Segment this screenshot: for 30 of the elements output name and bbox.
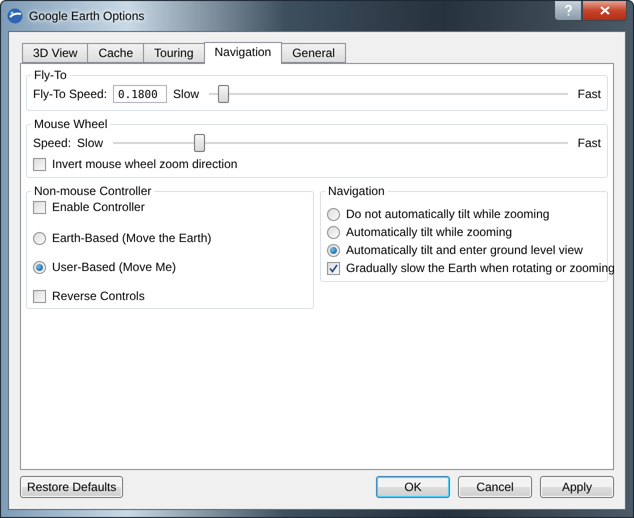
group-title: Fly-To <box>33 68 68 82</box>
option-label: Earth-Based (Move the Earth) <box>52 231 212 245</box>
tab[interactable]: Cache <box>87 43 144 63</box>
slider-label: Fast <box>578 87 601 101</box>
tab[interactable]: General <box>281 43 346 63</box>
field-label: Speed: <box>33 136 72 150</box>
window-title: Google Earth Options <box>29 9 144 23</box>
tab[interactable]: 3D View <box>22 43 88 63</box>
restore-defaults-button[interactable]: Restore Defaults <box>20 476 124 498</box>
group-title: Mouse Wheel <box>33 117 108 131</box>
option-label: Gradually slow the Earth when rotating or zooming <box>346 261 615 275</box>
slider-label: Fast <box>578 136 601 150</box>
option-label: User-Based (Move Me) <box>52 260 176 274</box>
dialog-button[interactable]: Apply <box>540 476 614 498</box>
option-label: Reverse Controls <box>52 289 145 303</box>
tab[interactable]: Touring <box>143 43 205 63</box>
input-field[interactable]: 0.1800 <box>113 85 168 103</box>
option-label: Automatically tilt while zooming <box>346 225 512 239</box>
option-label: Invert mouse wheel zoom direction <box>52 157 238 171</box>
group-title: Non-mouse Controller <box>33 184 152 198</box>
slider-label: Slow <box>173 87 200 101</box>
dialog-button[interactable]: Cancel <box>458 476 532 498</box>
tab[interactable]: Navigation <box>204 42 282 64</box>
group-title: Navigation <box>327 184 386 198</box>
field-label: Fly-To Speed: <box>33 87 108 101</box>
option-label: Automatically tilt and enter ground level view <box>346 243 583 257</box>
dialog-button[interactable]: OK <box>376 476 450 498</box>
slider-label: Slow <box>77 136 104 150</box>
option-label: Enable Controller <box>52 200 145 214</box>
option-label: Do not automatically tilt while zooming <box>346 207 550 221</box>
